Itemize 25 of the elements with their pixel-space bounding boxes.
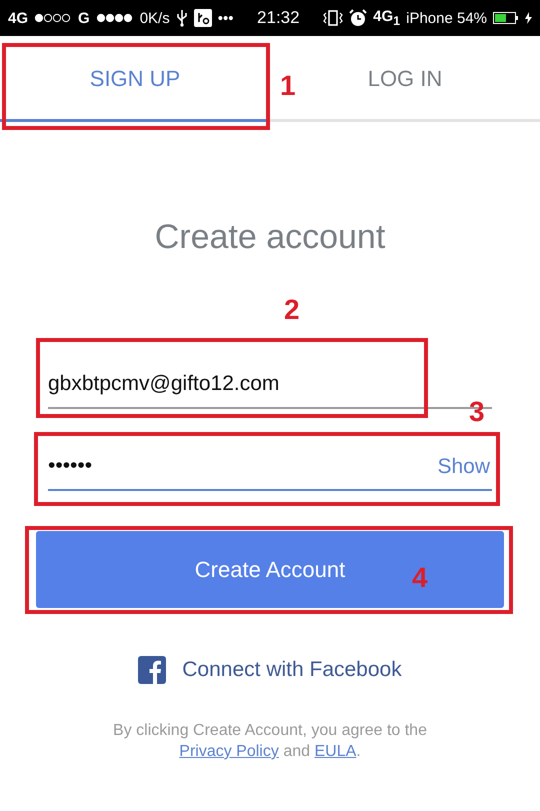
legal-text: By clicking Create Account, you agree to the Privacy Policy and EULA.	[112, 721, 428, 762]
annotation-number: 4	[412, 564, 428, 592]
show-password-button[interactable]: Show	[437, 455, 490, 479]
privacy-policy-link[interactable]: Privacy Policy	[179, 743, 279, 760]
clock: 21:32	[257, 8, 300, 28]
carrier-battery-label: iPhone 54%	[406, 10, 488, 26]
more-label: •••	[218, 10, 234, 26]
notification-icon	[194, 9, 212, 27]
alarm-icon	[349, 9, 368, 27]
speed-label: 0K/s	[140, 10, 170, 26]
network-label: G	[78, 10, 90, 26]
page-title: Create account	[154, 218, 386, 257]
facebook-icon	[138, 656, 166, 684]
signal-icon	[34, 13, 72, 23]
signal-icon	[96, 13, 134, 23]
battery-icon	[493, 12, 520, 24]
usb-icon	[176, 9, 188, 27]
network-label: 4G	[8, 10, 28, 26]
network-label: 4G$_{1}$	[373, 8, 400, 28]
charging-icon	[525, 12, 532, 24]
eula-link[interactable]: EULA	[314, 743, 356, 760]
annotation-number: 1	[280, 72, 296, 100]
vibrate-icon	[323, 9, 344, 27]
annotation-number: 2	[284, 296, 300, 324]
facebook-link[interactable]: Connect with Facebook	[182, 658, 402, 682]
